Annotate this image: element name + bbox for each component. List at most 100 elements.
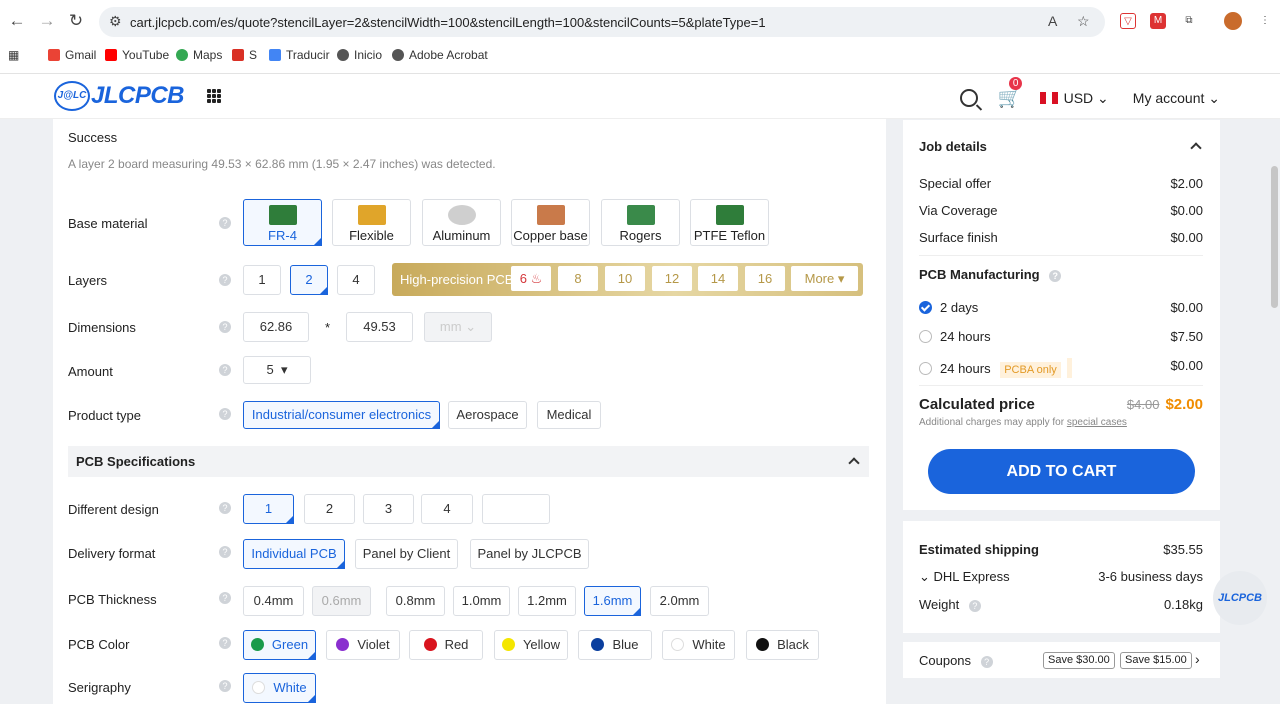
color-white[interactable]: White	[662, 630, 735, 660]
color-violet[interactable]: Violet	[326, 630, 400, 660]
color-black[interactable]: Black	[746, 630, 819, 660]
help-icon[interactable]: ?	[968, 600, 981, 612]
help-icon[interactable]: ?	[219, 364, 231, 376]
thickness-1-2[interactable]: 1.2mm	[518, 586, 576, 616]
design-option-4[interactable]: 4	[421, 494, 473, 524]
design-option-1[interactable]: 1	[243, 494, 294, 524]
product-type-industrial[interactable]: Industrial/consumer electronics	[243, 401, 440, 429]
delivery-option-24-hours-pcba[interactable]: 24 hours PCBA only $0.00	[919, 358, 1203, 378]
jlcpcb-float-button[interactable]: JLCPCB	[1213, 571, 1267, 625]
material-ptfe-teflon[interactable]: PTFE Teflon	[690, 199, 769, 246]
radio-checked[interactable]	[919, 301, 932, 314]
hp-layer-6[interactable]: 6 ♨	[511, 266, 551, 291]
thickness-1-6[interactable]: 1.6mm	[584, 586, 641, 616]
material-copper-base[interactable]: Copper base	[511, 199, 590, 246]
hp-layer-10[interactable]: 10	[605, 266, 645, 291]
unit-select[interactable]: mm ⌄	[424, 312, 492, 342]
chevron-right-icon[interactable]: ›	[1195, 651, 1200, 667]
jlcpcb-logo[interactable]: J@LC JLCPCB	[54, 80, 185, 112]
shipping-carrier-select[interactable]: ⌄ DHL Express 3-6 business days	[919, 569, 1203, 585]
back-icon[interactable]: ←	[7, 11, 27, 31]
bookmark-maps[interactable]: Maps	[176, 48, 222, 62]
layer-option-4[interactable]: 4	[337, 265, 375, 295]
material-rogers[interactable]: Rogers	[601, 199, 680, 246]
extension-icon[interactable]: ▽	[1120, 13, 1136, 29]
bookmark-gmail[interactable]: Gmail	[48, 48, 96, 62]
cart-icon[interactable]: 🛒 0	[998, 77, 1023, 110]
bookmark-traducir[interactable]: Traducir	[269, 48, 330, 62]
extensions-puzzle-icon[interactable]: ⧉	[1181, 13, 1197, 29]
material-aluminum[interactable]: Aluminum	[422, 199, 501, 246]
serigraphy-white[interactable]: White	[243, 673, 316, 703]
reload-icon[interactable]: ↻	[66, 11, 86, 31]
thickness-0-6[interactable]: 0.6mm	[312, 586, 371, 616]
help-icon[interactable]: ?	[219, 321, 231, 333]
hp-more-dropdown[interactable]: More ▾	[791, 266, 858, 291]
layer-option-1[interactable]: 1	[243, 265, 281, 295]
special-cases-link[interactable]: special cases	[1067, 417, 1127, 428]
apps-grid-icon[interactable]	[207, 89, 221, 103]
material-fr4[interactable]: FR-4	[243, 199, 322, 246]
hp-layer-8[interactable]: 8	[558, 266, 598, 291]
radio-unchecked[interactable]	[919, 330, 932, 343]
coupons-panel[interactable]: Coupons ? Save $30.00 Save $15.00 ›	[903, 642, 1220, 678]
help-icon[interactable]: ?	[219, 502, 231, 514]
color-green[interactable]: Green	[243, 630, 316, 660]
address-bar[interactable]: ⚙ cart.jlcpcb.com/es/quote?stencilLayer=…	[99, 7, 1105, 37]
design-option-2[interactable]: 2	[304, 494, 355, 524]
currency-selector[interactable]: USD ⌄	[1039, 90, 1109, 107]
help-icon[interactable]: ?	[219, 637, 231, 649]
forward-icon[interactable]: →	[37, 11, 57, 31]
thickness-2-0[interactable]: 2.0mm	[650, 586, 709, 616]
radio-unchecked[interactable]	[919, 362, 932, 375]
my-account-menu[interactable]: My account ⌄	[1133, 90, 1220, 107]
delivery-option-2-days[interactable]: 2 days $0.00	[919, 300, 1203, 315]
material-flexible[interactable]: Flexible	[332, 199, 411, 246]
layer-option-2[interactable]: 2	[290, 265, 328, 295]
translate-icon[interactable]: A	[1048, 13, 1057, 29]
hp-layer-16[interactable]: 16	[745, 266, 785, 291]
job-details-header[interactable]: Job details	[919, 139, 1203, 154]
help-icon[interactable]: ?	[1049, 270, 1062, 282]
bookmark-adobe-acrobat[interactable]: Adobe Acrobat	[392, 48, 488, 62]
color-red[interactable]: Red	[409, 630, 483, 660]
thickness-0-4[interactable]: 0.4mm	[243, 586, 304, 616]
amount-select[interactable]: 5 ▾	[243, 356, 311, 384]
hp-layer-12[interactable]: 12	[652, 266, 692, 291]
bookmark-star-icon[interactable]: ☆	[1077, 13, 1090, 30]
collapse-chevron-icon[interactable]	[1190, 142, 1202, 154]
thickness-0-8[interactable]: 0.8mm	[386, 586, 445, 616]
help-icon[interactable]: ?	[219, 274, 231, 286]
help-icon[interactable]: ?	[219, 680, 231, 692]
bookmark-s[interactable]: S	[232, 48, 257, 62]
help-icon[interactable]: ?	[219, 408, 231, 420]
design-custom-input[interactable]	[482, 494, 550, 524]
delivery-panel-by-client[interactable]: Panel by Client	[355, 539, 458, 569]
design-option-3[interactable]: 3	[363, 494, 414, 524]
dimension-y-input[interactable]: 49.53	[346, 312, 413, 342]
delivery-panel-by-jlcpcb[interactable]: Panel by JLCPCB	[470, 539, 589, 569]
help-icon[interactable]: ?	[219, 592, 231, 604]
color-blue[interactable]: Blue	[578, 630, 652, 660]
menu-dots-icon[interactable]: ⋮	[1257, 13, 1273, 29]
product-type-aerospace[interactable]: Aerospace	[448, 401, 527, 429]
profile-avatar[interactable]	[1224, 12, 1242, 30]
dimension-x-input[interactable]: 62.86	[243, 312, 309, 342]
help-icon[interactable]: ?	[980, 656, 993, 668]
add-to-cart-button[interactable]: ADD TO CART	[928, 449, 1195, 494]
delivery-option-24-hours[interactable]: 24 hours $7.50	[919, 329, 1203, 344]
delivery-individual-pcb[interactable]: Individual PCB	[243, 539, 345, 569]
bookmark-inicio[interactable]: Inicio	[337, 48, 382, 62]
thickness-1-0[interactable]: 1.0mm	[453, 586, 510, 616]
product-type-medical[interactable]: Medical	[537, 401, 601, 429]
help-icon[interactable]: ?	[219, 217, 231, 229]
scrollbar[interactable]	[1271, 166, 1278, 308]
hp-layer-14[interactable]: 14	[698, 266, 738, 291]
pdf-extension-icon[interactable]: M	[1150, 13, 1166, 29]
apps-grid-icon[interactable]: ▦	[8, 48, 22, 62]
collapse-chevron-icon[interactable]	[848, 457, 860, 469]
color-yellow[interactable]: Yellow	[494, 630, 568, 660]
search-icon[interactable]	[959, 89, 978, 107]
bookmark-youtube[interactable]: YouTube	[105, 48, 169, 62]
site-info-icon[interactable]: ⚙	[109, 13, 122, 30]
